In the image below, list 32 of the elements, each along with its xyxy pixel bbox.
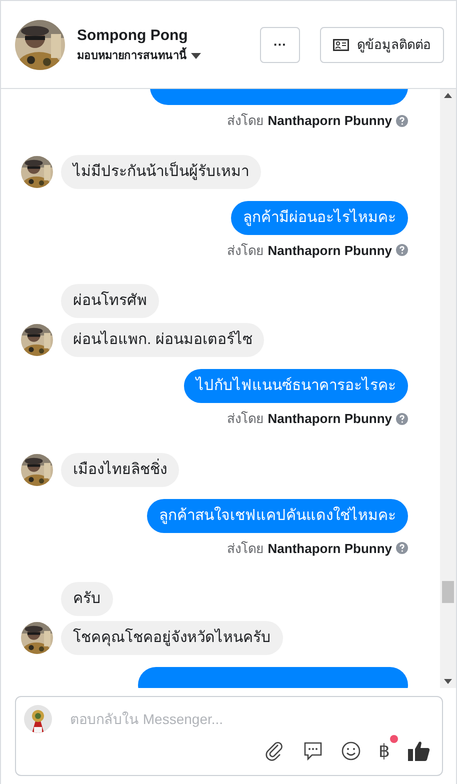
scrollbar-thumb[interactable] bbox=[442, 581, 454, 603]
contact-info-button[interactable]: ดูข้อมูลติดต่อ bbox=[320, 26, 444, 62]
payment-button[interactable]: ฿ bbox=[378, 741, 390, 761]
chat-icon[interactable] bbox=[302, 741, 323, 761]
more-button[interactable]: ··· bbox=[260, 26, 300, 62]
id-card-icon bbox=[333, 38, 349, 50]
assign-dropdown[interactable]: มอบหมายการสนทนานี้ bbox=[77, 48, 248, 64]
message-bubble: โชคคุณโชคอยู่จังหวัดไหนครับ bbox=[61, 621, 283, 655]
help-icon[interactable] bbox=[396, 114, 408, 127]
sent-by-label: ส่งโดย Nanthaporn Pbunny bbox=[227, 242, 392, 260]
help-icon[interactable] bbox=[396, 244, 408, 256]
contact-name: Sompong Pong bbox=[77, 26, 189, 46]
help-icon[interactable] bbox=[396, 412, 408, 425]
message-bubble: ลูกค้ามีผ่อนอะไรไหมคะ bbox=[231, 200, 408, 234]
reply-input-field[interactable]: ตอบกลับใน Messenger... bbox=[68, 708, 430, 730]
message-bubble: ผ่อนไอแพก. ผ่อนมอเตอร์ไซ bbox=[61, 323, 264, 357]
help-icon[interactable] bbox=[396, 542, 408, 554]
paperclip-icon[interactable] bbox=[264, 741, 285, 761]
scroll-down-icon[interactable] bbox=[444, 679, 452, 684]
smiley-icon[interactable] bbox=[340, 741, 361, 761]
thumbs-up-icon[interactable] bbox=[408, 741, 430, 761]
message-bubble: ไม่มีประกันน้าเป็นผู้รับเหมา bbox=[61, 154, 261, 188]
sent-by-label: ส่งโดย Nanthaporn Pbunny bbox=[227, 410, 392, 428]
scroll-up-icon[interactable] bbox=[444, 93, 452, 98]
caret-icon bbox=[191, 52, 201, 59]
message-bubble: ผ่อนโทรศัพ bbox=[61, 284, 159, 318]
message-bubble: ลูกค้าสนใจเชฟแคปคันแดงใช่ไหมคะ bbox=[147, 498, 408, 532]
message-bubble: ไปกับไฟแนนซ์ธนาคารอะไรคะ bbox=[184, 369, 408, 403]
message-bubble: ครับ bbox=[61, 582, 113, 616]
sent-by-label: ส่งโดย Nanthaporn Pbunny bbox=[227, 540, 392, 558]
message-bubble: เมืองไทยลิชชิ่ง bbox=[61, 452, 179, 486]
sent-by-label: ส่งโดย Nanthaporn Pbunny bbox=[227, 112, 392, 130]
